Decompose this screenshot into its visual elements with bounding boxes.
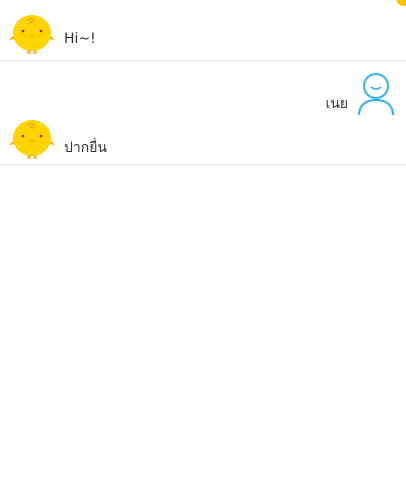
chat-log[interactable]: Hi~! เนย ปากยื่น [0,0,406,165]
bot-message-text: Hi~! [64,31,96,47]
message-block: เนย ปากยื่น [0,61,406,165]
simsimi-chick-icon [9,15,55,54]
bot-message: ปากยื่น [0,115,406,165]
bot-message-text: ปากยื่น [64,140,107,156]
user-message: เนย [0,71,406,117]
chat-screen: Hi~! เนย ปากยื่น [0,0,406,496]
user-message-text: เนย [325,96,348,112]
user-silhouette-icon [357,72,395,116]
bot-message: Hi~! [0,8,406,58]
simsimi-chick-icon [9,120,55,159]
message-block: Hi~! [0,0,406,61]
